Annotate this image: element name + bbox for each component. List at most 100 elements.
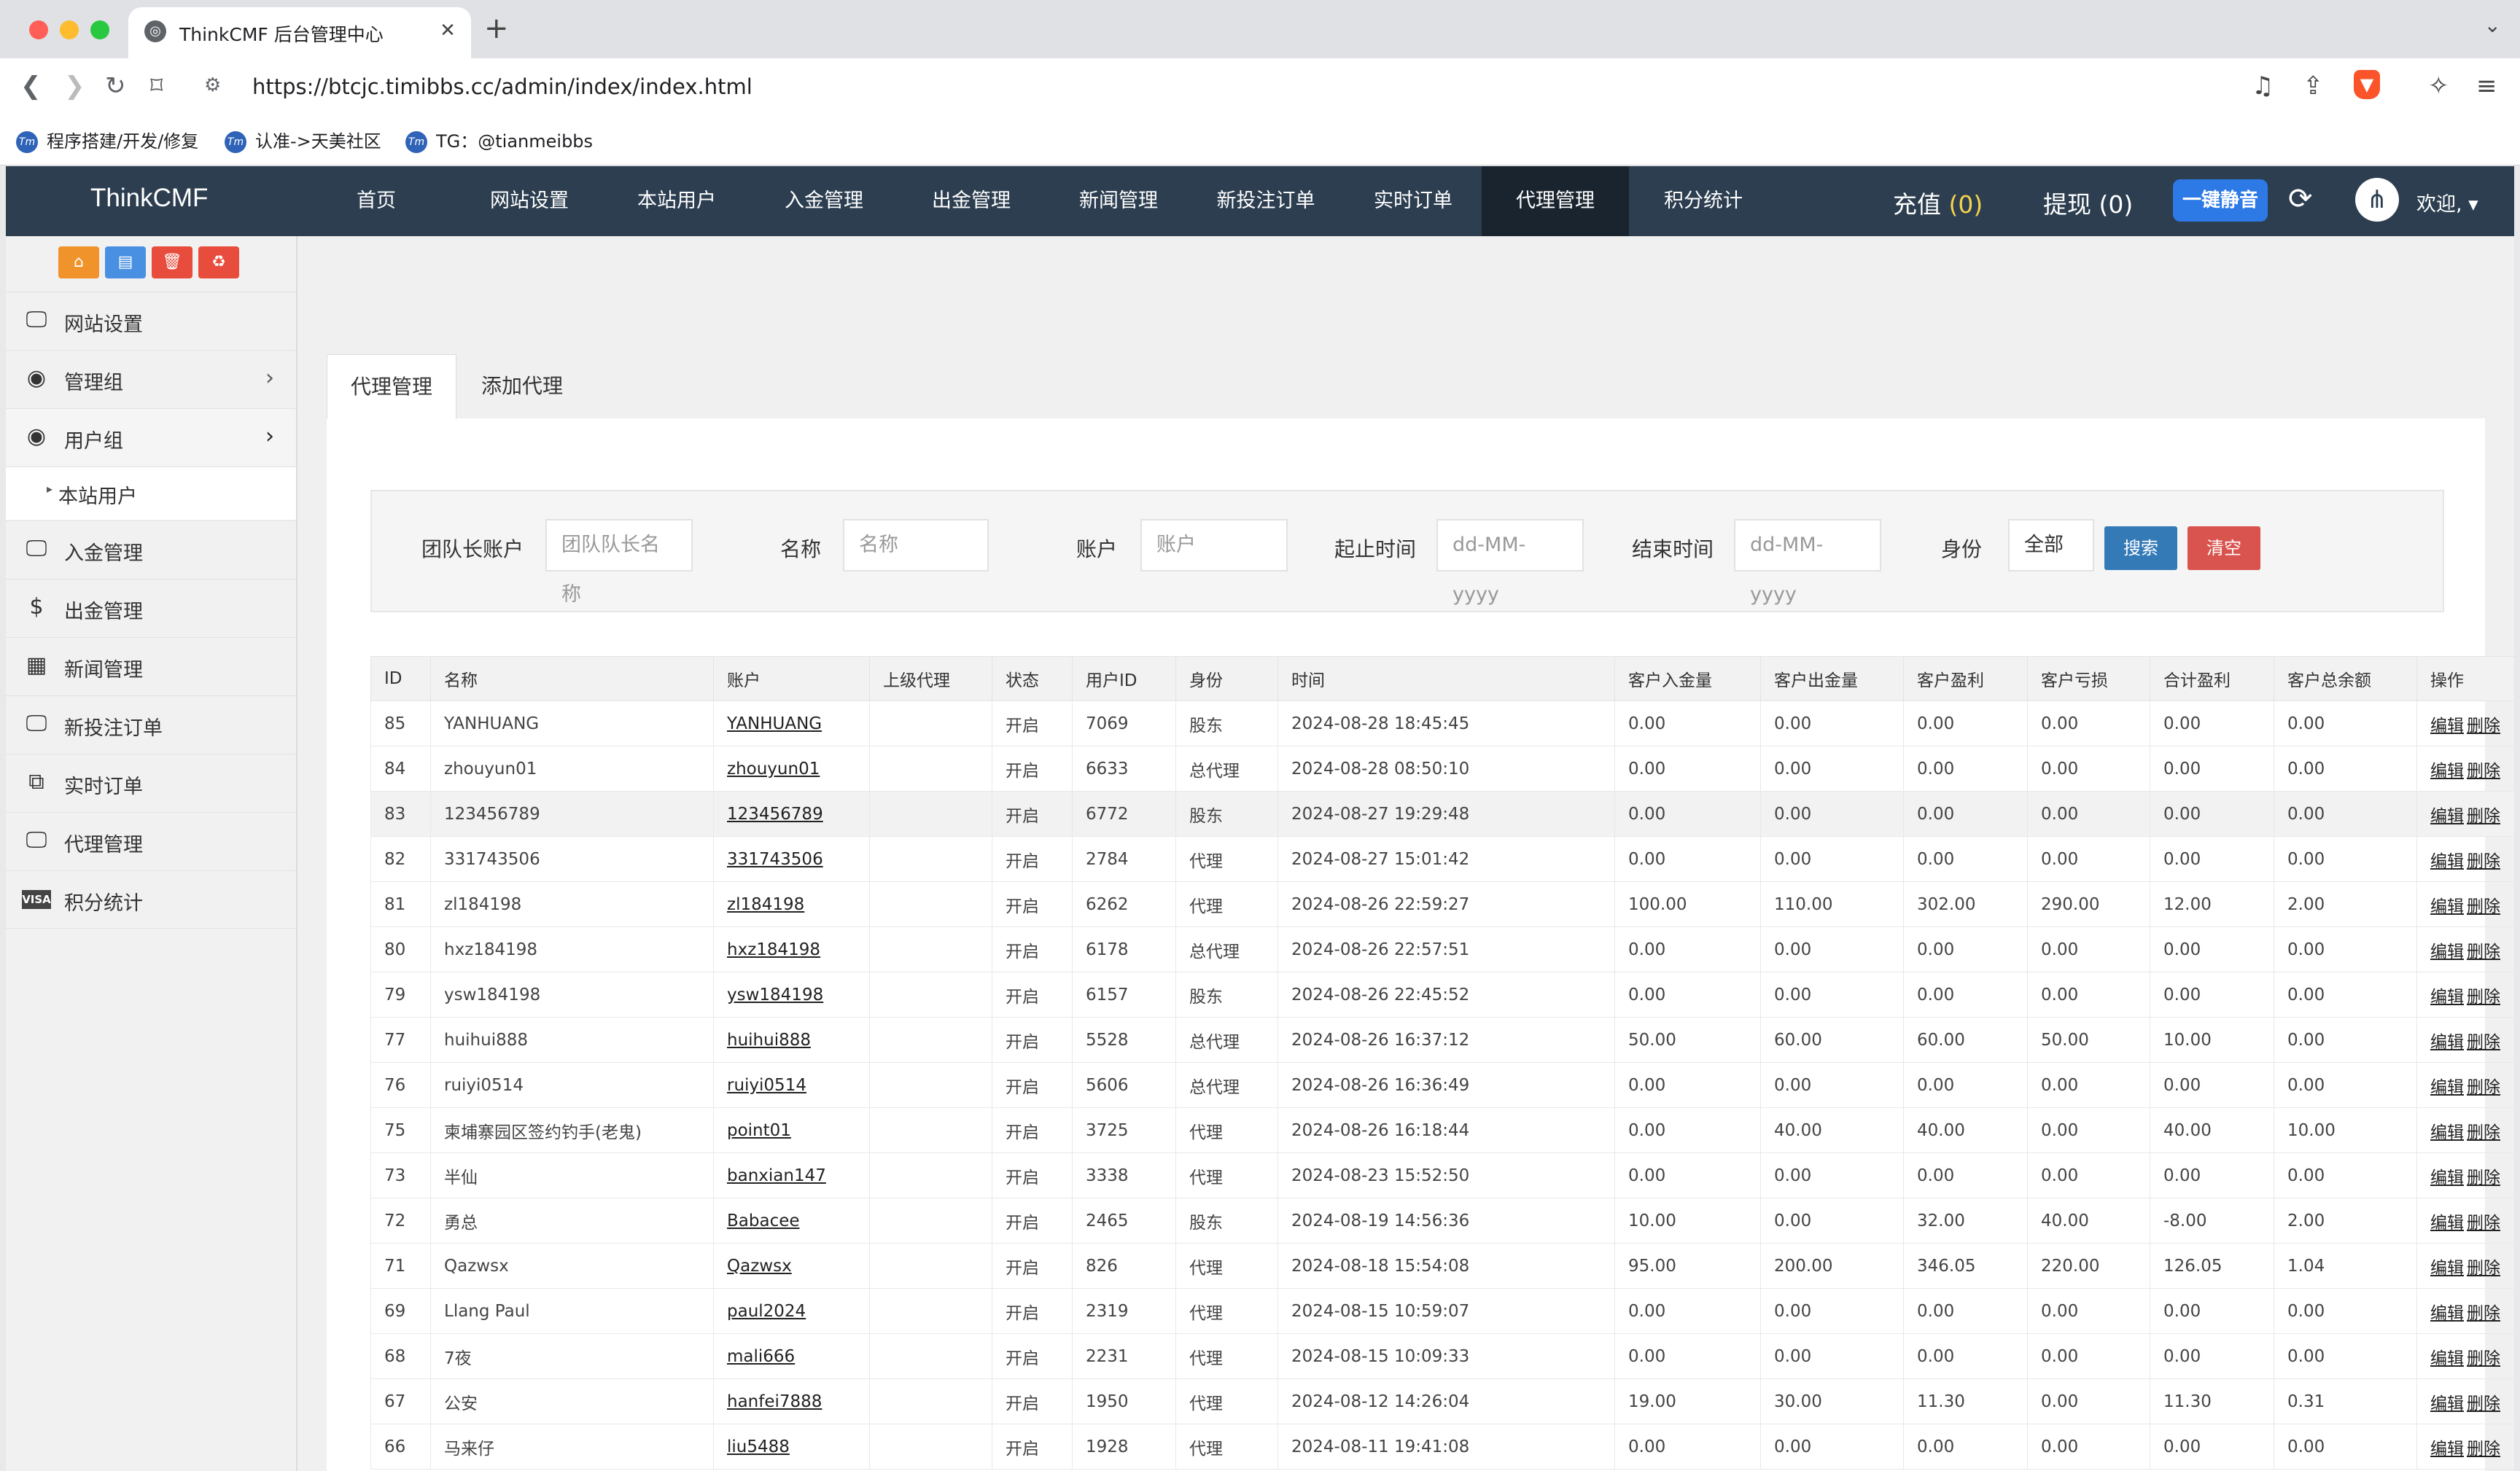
withdraw-link[interactable]: 提现 (0) xyxy=(2043,185,2133,220)
brave-shield-icon[interactable]: ▼ xyxy=(2354,70,2380,99)
account-link[interactable]: liu5488 xyxy=(713,1424,870,1470)
edit-link[interactable]: 编辑 xyxy=(2430,1259,2464,1278)
recycle-icon[interactable]: ♻ xyxy=(198,246,239,278)
forward-icon[interactable]: ❯ xyxy=(64,71,85,101)
delete-link[interactable]: 删除 xyxy=(2467,1033,2500,1052)
name-input[interactable]: 名称 xyxy=(843,519,989,571)
account-link[interactable]: hxz184198 xyxy=(713,926,870,972)
edit-link[interactable]: 编辑 xyxy=(2430,1214,2464,1233)
sidebar-item-site-settings[interactable]: 🖵 网站设置 xyxy=(6,292,296,349)
nav-new-bet-orders[interactable]: 新投注订单 xyxy=(1193,166,1339,236)
delete-link[interactable]: 删除 xyxy=(2467,762,2500,781)
delete-link[interactable]: 删除 xyxy=(2467,1394,2500,1413)
edit-link[interactable]: 编辑 xyxy=(2430,897,2464,916)
document-icon[interactable]: ▤ xyxy=(105,246,146,278)
sidebar-item-new-bet-orders[interactable]: 🖵 新投注订单 xyxy=(6,695,296,753)
home-icon[interactable]: ⌂ xyxy=(58,246,99,278)
browser-tab[interactable]: ◎ ThinkCMF 后台管理中心 ✕ xyxy=(128,7,471,58)
account-link[interactable]: huihui888 xyxy=(713,1017,870,1063)
minimize-window-button[interactable] xyxy=(60,20,79,39)
menu-icon[interactable]: ≡ xyxy=(2476,71,2497,101)
account-link[interactable]: point01 xyxy=(713,1107,870,1153)
delete-link[interactable]: 删除 xyxy=(2467,897,2500,916)
chevron-down-icon[interactable]: ⌄ xyxy=(2484,13,2501,37)
edit-link[interactable]: 编辑 xyxy=(2430,1349,2464,1368)
delete-link[interactable]: 删除 xyxy=(2467,988,2500,1007)
nav-news[interactable]: 新闻管理 xyxy=(1046,166,1191,236)
role-select[interactable]: 全部 xyxy=(2008,519,2094,571)
close-tab-icon[interactable]: ✕ xyxy=(435,17,461,44)
account-link[interactable]: zhouyun01 xyxy=(713,746,870,792)
nav-realtime-orders[interactable]: 实时订单 xyxy=(1340,166,1486,236)
bookmark-icon[interactable]: ⌑ xyxy=(150,71,163,101)
reload-icon[interactable]: ↻ xyxy=(105,71,126,101)
edit-link[interactable]: 编辑 xyxy=(2430,1440,2464,1459)
edit-link[interactable]: 编辑 xyxy=(2430,1394,2464,1413)
close-window-button[interactable] xyxy=(29,20,48,39)
trash-icon[interactable]: 🗑 xyxy=(152,246,192,278)
account-link[interactable]: zl184198 xyxy=(713,881,870,927)
edit-link[interactable]: 编辑 xyxy=(2430,1304,2464,1323)
delete-link[interactable]: 删除 xyxy=(2467,1123,2500,1142)
url-field[interactable]: ⚙ https://btcjc.timibbs.cc/admin/index/i… xyxy=(197,67,2406,105)
clear-button[interactable]: 清空 xyxy=(2188,526,2260,570)
delete-link[interactable]: 删除 xyxy=(2467,1349,2500,1368)
sidebar-item-realtime-orders[interactable]: ⧉ 实时订单 xyxy=(6,754,296,811)
nav-site-settings[interactable]: 网站设置 xyxy=(456,166,602,236)
delete-link[interactable]: 删除 xyxy=(2467,1214,2500,1233)
nav-agent-management[interactable]: 代理管理 xyxy=(1482,166,1629,236)
mute-all-button[interactable]: 一键静音 xyxy=(2173,179,2268,222)
delete-link[interactable]: 删除 xyxy=(2467,1304,2500,1323)
edit-link[interactable]: 编辑 xyxy=(2430,1123,2464,1142)
account-link[interactable]: Babacee xyxy=(713,1198,870,1244)
refresh-icon[interactable]: ⟳ xyxy=(2288,182,2313,216)
site-settings-icon[interactable]: ⚙ xyxy=(204,74,221,96)
edit-link[interactable]: 编辑 xyxy=(2430,1078,2464,1097)
tab-agent-management[interactable]: 代理管理 xyxy=(327,354,457,419)
sidebar-item-admin-group[interactable]: ◉ 管理组 › xyxy=(6,350,296,407)
account-link[interactable]: 123456789 xyxy=(713,791,870,837)
bookmark-item[interactable]: Tm 认准->天美社区 xyxy=(225,127,381,153)
account-link[interactable]: hanfei7888 xyxy=(713,1378,870,1424)
delete-link[interactable]: 删除 xyxy=(2467,943,2500,961)
share-avatar-icon[interactable]: ⋔ xyxy=(2355,178,2399,222)
nav-points-stats[interactable]: 积分统计 xyxy=(1630,166,1776,236)
start-date-input[interactable]: dd-MM-yyyy xyxy=(1436,519,1584,606)
edit-link[interactable]: 编辑 xyxy=(2430,852,2464,871)
edit-link[interactable]: 编辑 xyxy=(2430,807,2464,826)
sidebar-subitem-site-users[interactable]: ▸ 本站用户 xyxy=(6,467,296,520)
search-button[interactable]: 搜索 xyxy=(2104,526,2177,570)
sidebar-item-news[interactable]: ▦ 新闻管理 xyxy=(6,637,296,695)
account-input[interactable]: 账户 xyxy=(1140,519,1288,571)
account-link[interactable]: Qazwsx xyxy=(713,1243,870,1289)
music-icon[interactable]: ♫ xyxy=(2252,71,2274,101)
tab-add-agent[interactable]: 添加代理 xyxy=(458,354,586,418)
bookmark-item[interactable]: Tm TG：@tianmeibbs xyxy=(405,127,593,153)
delete-link[interactable]: 删除 xyxy=(2467,1168,2500,1187)
edit-link[interactable]: 编辑 xyxy=(2430,943,2464,961)
delete-link[interactable]: 删除 xyxy=(2467,807,2500,826)
nav-home[interactable]: 首页 xyxy=(311,166,442,236)
edit-link[interactable]: 编辑 xyxy=(2430,1033,2464,1052)
account-link[interactable]: ysw184198 xyxy=(713,972,870,1018)
recharge-link[interactable]: 充值 (0) xyxy=(1893,185,1983,220)
team-leader-input[interactable]: 团队队长名称 xyxy=(545,519,693,606)
sparkle-icon[interactable]: ✧ xyxy=(2428,71,2449,101)
sidebar-item-user-group[interactable]: ◉ 用户组 › xyxy=(6,408,296,466)
account-link[interactable]: mali666 xyxy=(713,1333,870,1379)
sidebar-item-points-stats[interactable]: VISA 积分统计 xyxy=(6,870,296,929)
delete-link[interactable]: 删除 xyxy=(2467,1078,2500,1097)
sidebar-item-deposit[interactable]: 🖵 入金管理 xyxy=(6,520,296,578)
edit-link[interactable]: 编辑 xyxy=(2430,988,2464,1007)
edit-link[interactable]: 编辑 xyxy=(2430,762,2464,781)
delete-link[interactable]: 删除 xyxy=(2467,717,2500,736)
nav-deposit[interactable]: 入金管理 xyxy=(751,166,897,236)
back-icon[interactable]: ❮ xyxy=(20,71,42,101)
new-tab-icon[interactable]: + xyxy=(484,12,509,45)
account-link[interactable]: paul2024 xyxy=(713,1288,870,1334)
delete-link[interactable]: 删除 xyxy=(2467,1259,2500,1278)
edit-link[interactable]: 编辑 xyxy=(2430,1168,2464,1187)
end-date-input[interactable]: dd-MM-yyyy xyxy=(1734,519,1881,606)
account-link[interactable]: 331743506 xyxy=(713,836,870,882)
account-link[interactable]: ruiyi0514 xyxy=(713,1062,870,1108)
